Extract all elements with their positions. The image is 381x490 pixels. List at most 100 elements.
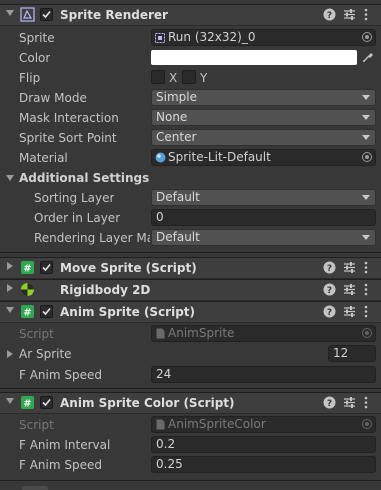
enable-checkbox[interactable] [40, 396, 53, 409]
kebab-icon[interactable] [363, 283, 369, 299]
mask-interaction-value: None [156, 110, 188, 124]
help-icon[interactable]: ? [323, 8, 336, 24]
foldout-arrow-icon[interactable] [6, 398, 14, 404]
rigidbody-icon [21, 283, 34, 296]
flip-y-checkbox[interactable] [182, 70, 196, 84]
divider [0, 252, 381, 253]
kebab-icon[interactable] [363, 305, 369, 321]
kebab-icon[interactable] [363, 396, 369, 412]
anim-speed-input[interactable]: 0.25 [151, 456, 376, 473]
flip-x-label: X [169, 71, 178, 85]
anim-sprite-color-header[interactable]: # Anim Sprite Color (Script) ? [0, 392, 381, 414]
script-asset-icon [156, 328, 165, 339]
kebab-icon[interactable] [363, 8, 369, 24]
svg-text:#: # [23, 308, 31, 319]
material-row: Material Sprite-Lit-Default [0, 148, 381, 168]
chevron-down-icon [362, 195, 370, 200]
flip-row: Flip X Y [0, 68, 381, 88]
material-value: Sprite-Lit-Default [168, 150, 271, 164]
help-icon[interactable]: ? [323, 283, 336, 299]
sprite-renderer-header[interactable]: Sprite Renderer ? [0, 4, 381, 26]
additional-settings-label: Additional Settings [19, 171, 150, 185]
script-field: AnimSpriteColor [151, 416, 376, 433]
script-icon: # [21, 305, 34, 319]
script-value: AnimSprite [168, 326, 235, 340]
anim-interval-label: F Anim Interval [19, 438, 111, 452]
foldout-arrow-icon[interactable] [6, 307, 14, 313]
anim-interval-row: F Anim Interval 0.2 [0, 435, 381, 455]
sprite-field[interactable]: Run (32x32)_0 [151, 29, 376, 46]
script-field: AnimSprite [151, 325, 376, 342]
svg-text:#: # [23, 264, 31, 275]
order-in-layer-label: Order in Layer [34, 211, 121, 225]
mask-interaction-dropdown[interactable]: None [151, 109, 376, 126]
order-in-layer-input[interactable]: 0 [151, 209, 376, 226]
foldout-arrow-icon[interactable] [7, 262, 13, 270]
sprite-asset-icon [155, 33, 165, 43]
sprite-value: Run (32x32)_0 [168, 30, 256, 44]
svg-text:?: ? [327, 308, 332, 318]
enable-checkbox[interactable] [40, 261, 53, 274]
presets-icon[interactable] [343, 8, 356, 24]
color-label: Color [19, 51, 51, 65]
rendering-layer-label: Rendering Layer Mas [34, 231, 150, 245]
sorting-layer-row: Sorting Layer Default [0, 188, 381, 208]
help-icon[interactable]: ? [323, 396, 336, 412]
order-in-layer-row: Order in Layer 0 [0, 208, 381, 228]
sorting-layer-dropdown[interactable]: Default [151, 189, 376, 206]
sorting-layer-label: Sorting Layer [34, 191, 115, 205]
sort-point-row: Sprite Sort Point Center [0, 128, 381, 148]
svg-text:?: ? [327, 399, 332, 409]
presets-icon[interactable] [343, 305, 356, 321]
mask-interaction-label: Mask Interaction [19, 111, 119, 125]
draw-mode-value: Simple [156, 90, 197, 104]
help-icon[interactable]: ? [323, 305, 336, 321]
color-swatch[interactable] [151, 50, 357, 65]
eyedropper-icon[interactable] [362, 51, 374, 66]
sprite-row: Sprite Run (32x32)_0 [0, 28, 381, 48]
draw-mode-row: Draw Mode Simple [0, 88, 381, 108]
flip-label: Flip [19, 71, 41, 85]
kebab-icon[interactable] [363, 261, 369, 277]
ar-sprite-size-input[interactable]: 12 [328, 345, 376, 362]
anim-speed-row: F Anim Speed 24 [0, 365, 381, 385]
component-title: Sprite Renderer [60, 8, 168, 22]
ar-sprite-row[interactable]: Ar Sprite 12 [0, 344, 381, 364]
sort-point-label: Sprite Sort Point [19, 131, 117, 145]
additional-settings-row[interactable]: Additional Settings [0, 168, 381, 188]
object-picker-icon[interactable] [362, 32, 372, 42]
move-sprite-header[interactable]: # Move Sprite (Script) ? [0, 257, 381, 279]
help-icon[interactable]: ? [323, 261, 336, 277]
object-picker-icon[interactable] [362, 152, 372, 162]
chevron-down-icon [362, 135, 370, 140]
draw-mode-label: Draw Mode [19, 91, 87, 105]
sort-point-value: Center [156, 130, 197, 144]
presets-icon[interactable] [343, 396, 356, 412]
draw-mode-dropdown[interactable]: Simple [151, 89, 376, 106]
anim-script-row: Script AnimSprite [0, 324, 381, 344]
enable-checkbox[interactable] [40, 305, 53, 318]
anim-speed-label: F Anim Speed [19, 368, 102, 382]
foldout-arrow-icon[interactable] [7, 284, 13, 292]
script-icon: # [21, 261, 34, 275]
foldout-arrow-icon[interactable] [6, 175, 14, 181]
anim-speed-input[interactable]: 24 [151, 366, 376, 383]
add-component-button-partial[interactable] [22, 486, 48, 490]
enable-checkbox[interactable] [40, 8, 53, 21]
presets-icon[interactable] [343, 261, 356, 277]
component-title: Rigidbody 2D [60, 283, 151, 297]
script-label: Script [19, 418, 54, 432]
rendering-layer-value: Default [156, 230, 200, 244]
anim-interval-input[interactable]: 0.2 [151, 436, 376, 453]
rendering-layer-dropdown[interactable]: Default [151, 229, 376, 246]
foldout-arrow-icon[interactable] [6, 10, 14, 16]
foldout-arrow-icon[interactable] [7, 350, 13, 358]
sort-point-dropdown[interactable]: Center [151, 129, 376, 146]
rigidbody-header[interactable]: Rigidbody 2D ? [0, 279, 381, 301]
anim-color-speed-row: F Anim Speed 0.25 [0, 455, 381, 475]
presets-icon[interactable] [343, 283, 356, 299]
anim-sprite-header[interactable]: # Anim Sprite (Script) ? [0, 301, 381, 323]
flip-x-checkbox[interactable] [151, 70, 165, 84]
script-label: Script [19, 327, 54, 341]
material-field[interactable]: Sprite-Lit-Default [151, 149, 376, 166]
